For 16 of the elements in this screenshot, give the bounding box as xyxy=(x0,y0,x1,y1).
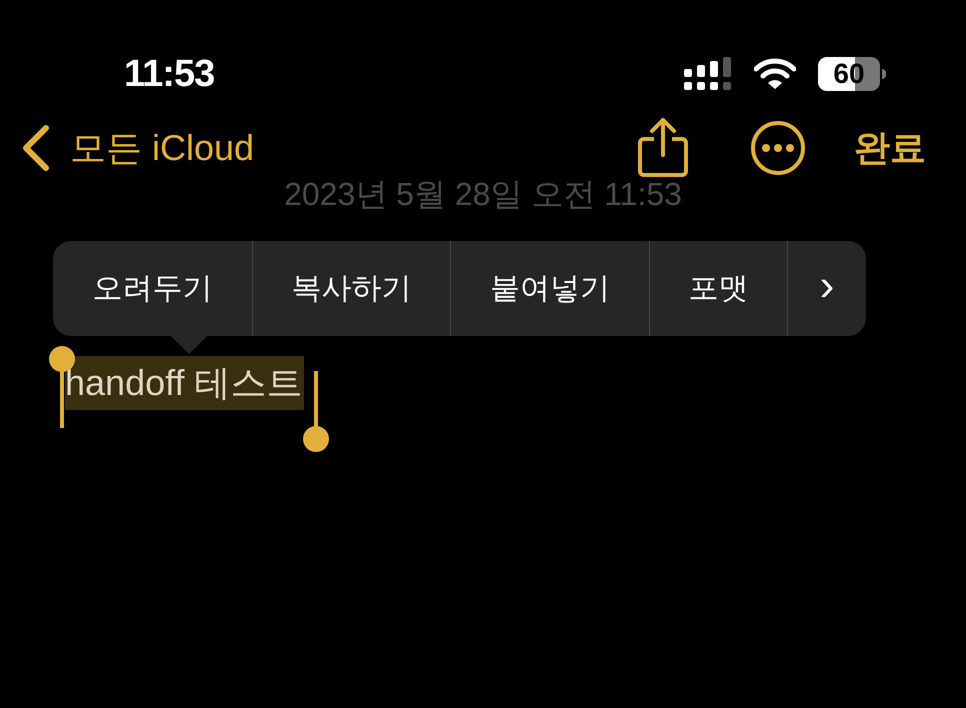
share-icon[interactable] xyxy=(638,117,688,179)
wifi-icon xyxy=(754,58,796,90)
more-icon[interactable] xyxy=(750,120,806,176)
status-time: 11:53 xyxy=(124,55,214,93)
menu-item[interactable]: 복사하기 xyxy=(252,241,450,336)
back-button[interactable]: 모든 iCloud xyxy=(20,125,254,171)
menu-item[interactable]: 붙여넣기 xyxy=(450,241,649,336)
more-button[interactable]: › xyxy=(787,241,866,336)
done-button[interactable]: 완료 xyxy=(854,130,926,166)
selected-text: handoff 테스트 xyxy=(65,356,304,410)
chevron-left-icon xyxy=(20,125,50,171)
signal-icon xyxy=(684,57,732,91)
menu-item[interactable]: 포맷 xyxy=(649,241,787,336)
selection-end-handle[interactable] xyxy=(302,371,330,453)
menu-item[interactable]: 오려두기 xyxy=(53,241,252,336)
note-date: 2023년 5월 28일 오전 11:53 xyxy=(284,178,682,210)
